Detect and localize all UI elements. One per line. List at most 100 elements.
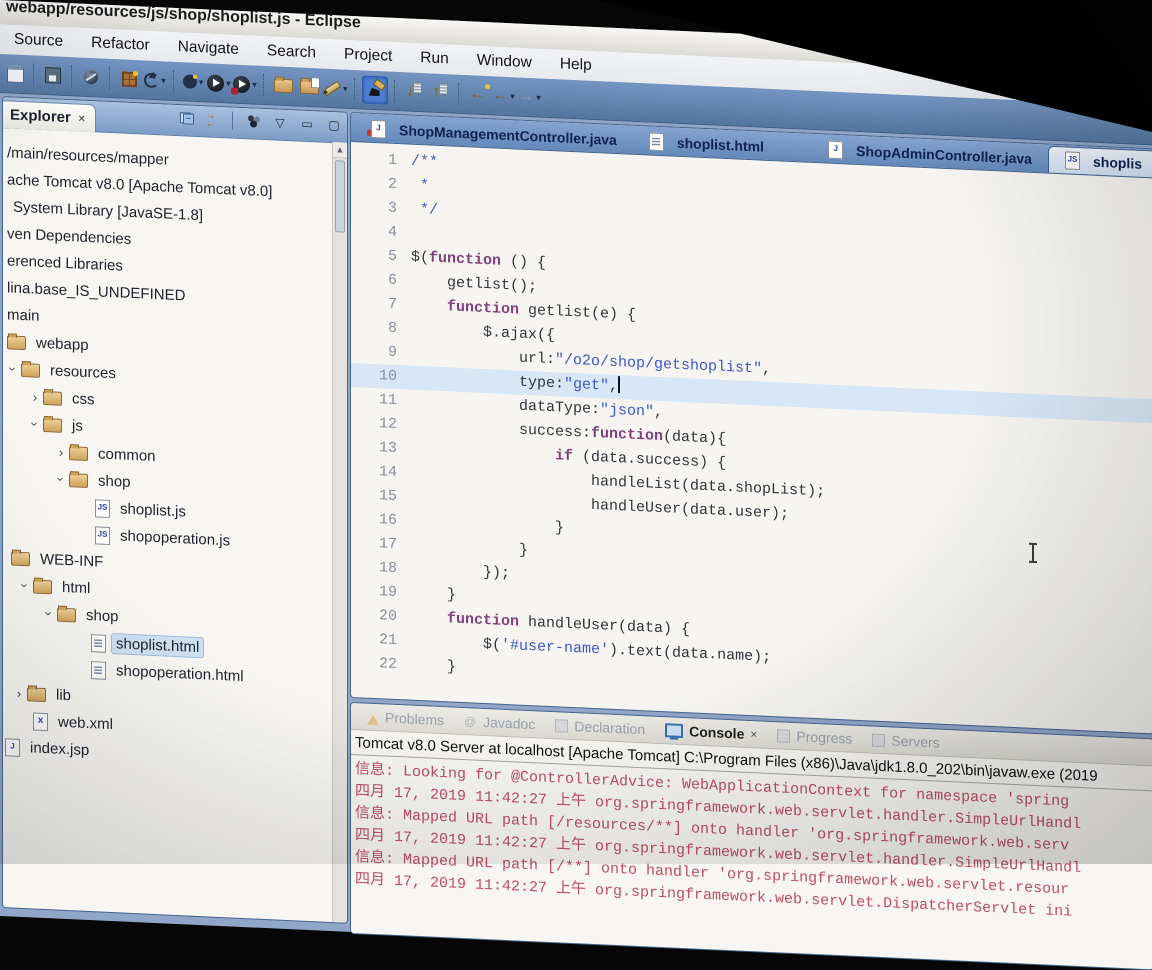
code-token: } — [411, 536, 529, 559]
toolbar-separator — [457, 82, 460, 105]
chevron-collapsed-icon[interactable]: › — [11, 685, 27, 701]
menu-item-project[interactable]: Project — [330, 39, 406, 72]
console-tab-label: Declaration — [574, 718, 646, 738]
annotation-list-glyph — [413, 81, 423, 95]
scrollbar-thumb[interactable] — [335, 160, 345, 233]
pen-icon[interactable]: ▾ — [322, 75, 348, 102]
line-number: 2 — [387, 175, 397, 194]
console-tab-problems[interactable]: Problems — [359, 703, 452, 733]
code-token: , — [762, 360, 772, 379]
menu-item-source[interactable]: Source — [0, 24, 77, 58]
chevron-expanded-icon[interactable]: › — [54, 471, 69, 488]
new-wizard-icon[interactable] — [117, 65, 141, 92]
folder-icon — [27, 686, 46, 702]
scroll-up-icon[interactable]: ▲ — [333, 142, 347, 159]
javadoc-icon: @ — [464, 714, 477, 729]
open-folder-icon[interactable] — [271, 72, 295, 99]
code-text: /** — [411, 150, 438, 175]
chevron-expanded-icon[interactable]: › — [18, 577, 33, 594]
link-arrows-glyph — [206, 112, 221, 127]
run-icon[interactable]: ▾ — [207, 69, 231, 96]
refresh-icon-dropdown[interactable]: ▾ — [161, 75, 166, 86]
new-window-icon[interactable] — [3, 60, 27, 87]
refresh-icon-glyph — [144, 72, 160, 88]
console-tab-progress[interactable]: Progress — [769, 722, 860, 752]
chevron-expanded-icon[interactable]: › — [42, 605, 57, 622]
back-icon-dropdown[interactable]: ▾ — [510, 91, 515, 102]
view-menu-dots-icon[interactable] — [244, 112, 262, 131]
menu-item-search[interactable]: Search — [253, 35, 330, 69]
code-token: ).text(data.name); — [609, 641, 772, 667]
forward-icon[interactable]: → ▾ — [518, 84, 542, 111]
tree-scrollbar[interactable]: ▲ — [332, 142, 347, 923]
collapse-all-glyph — [180, 112, 192, 125]
chevron-collapsed-icon[interactable]: › — [53, 444, 69, 460]
code-token: '#user-name' — [501, 636, 610, 659]
back-icon[interactable]: ← ▾ — [492, 82, 516, 109]
settings-icon-dropdown[interactable]: ▾ — [199, 77, 204, 88]
code-token: function — [429, 249, 502, 270]
last-edit-location-icon-glyph: ← — [469, 85, 486, 104]
menu-item-window[interactable]: Window — [463, 45, 546, 79]
line-number: 18 — [378, 559, 397, 578]
close-icon[interactable]: × — [750, 727, 757, 741]
project-tree[interactable]: /main/resources/mapper ache Tomcat v8.0 [… — [3, 127, 333, 922]
line-number: 13 — [378, 439, 397, 458]
menu-item-refactor[interactable]: Refactor — [77, 28, 164, 62]
highlighter-icon[interactable] — [361, 75, 388, 105]
line-number: 21 — [378, 631, 397, 650]
console-tab-console[interactable]: Console × — [657, 717, 765, 748]
debug-run-icon-dropdown[interactable]: ▾ — [252, 79, 257, 90]
chevron-collapsed-icon[interactable]: › — [27, 389, 43, 405]
code-token: } — [411, 584, 457, 604]
code-token: url: — [411, 344, 556, 369]
line-number: 14 — [378, 463, 397, 482]
import-folder-icon[interactable] — [297, 73, 321, 100]
console-tab-servers[interactable]: Servers — [864, 726, 947, 756]
save-icon[interactable] — [41, 62, 65, 89]
console-tab-declaration[interactable]: Declaration — [547, 712, 653, 743]
prev-annotation-icon[interactable]: ↑▾ — [428, 79, 452, 106]
settings-icon[interactable]: ▾ — [181, 68, 205, 95]
pen-icon-dropdown[interactable]: ▾ — [343, 83, 348, 94]
chevron-expanded-icon[interactable]: › — [28, 416, 43, 433]
menu-item-help[interactable]: Help — [546, 49, 606, 82]
debug-run-icon[interactable]: ▾ — [233, 71, 257, 98]
tree-item-label: shoplist.html — [110, 632, 205, 659]
line-number: 19 — [378, 583, 397, 602]
xml-file-icon — [33, 711, 48, 731]
refresh-icon[interactable]: ▾ — [143, 66, 167, 93]
run-icon-dropdown[interactable]: ▾ — [226, 78, 231, 89]
console-tab-label: Console — [689, 723, 745, 742]
code-editor[interactable]: 1/** 2 * 3 */4 5 $(function () {6 getlist();… — [351, 141, 1152, 733]
line-number: 5 — [387, 247, 397, 266]
code-token: /** — [411, 152, 439, 171]
console-tab-javadoc[interactable]: @ Javadoc — [456, 708, 543, 738]
code-token: */ — [411, 200, 439, 219]
menu-item-navigate[interactable]: Navigate — [164, 31, 253, 65]
last-edit-location-icon[interactable]: ← — [466, 81, 490, 108]
code-token: $( — [411, 632, 502, 654]
progress-icon — [777, 728, 791, 743]
next-annotation-icon[interactable]: ↓▾ — [402, 78, 426, 105]
forward-icon-dropdown[interactable]: ▾ — [536, 92, 541, 103]
view-menu-chevron-icon[interactable]: ▽ — [271, 113, 289, 132]
package-explorer-panel: Explorer × ▽ ▭ ▢ /main/resources/mappera… — [2, 96, 348, 924]
tree-item-label: resources — [50, 362, 116, 383]
html-file-icon — [91, 633, 106, 653]
toolbar-separator — [33, 63, 35, 86]
code-token: , — [654, 403, 664, 422]
link-with-editor-icon[interactable] — [204, 110, 222, 129]
console-tab-label: Progress — [796, 728, 853, 747]
folder-icon — [43, 390, 62, 406]
breakpoint-icon[interactable] — [79, 64, 103, 91]
menu-item-run[interactable]: Run — [406, 42, 462, 75]
maximize-icon[interactable]: ▢ — [325, 116, 343, 135]
code-token: handleUser(data) { — [519, 613, 691, 639]
minimize-icon[interactable]: ▭ — [298, 115, 316, 134]
import-folder-icon-glyph — [299, 79, 319, 95]
collapse-all-icon[interactable] — [177, 109, 195, 128]
chevron-expanded-icon[interactable]: › — [6, 361, 21, 378]
line-number: 1 — [387, 151, 397, 170]
close-icon[interactable]: × — [78, 111, 86, 126]
